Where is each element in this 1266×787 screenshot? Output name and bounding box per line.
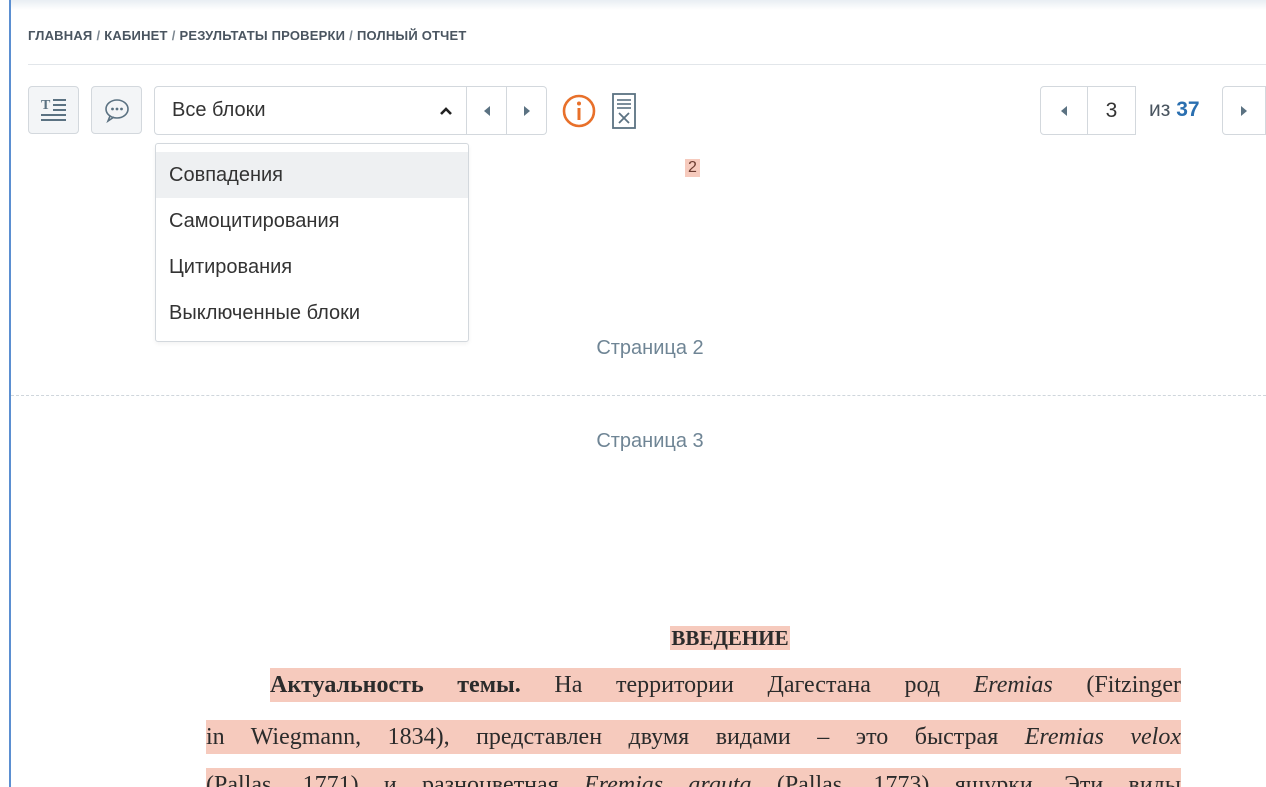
previous-page-button[interactable]: [1040, 86, 1088, 135]
next-page-button[interactable]: [1222, 86, 1266, 135]
line1-bold: Актуальность темы.: [270, 672, 521, 698]
info-button[interactable]: [561, 93, 597, 134]
breadcrumb-separator: /: [96, 28, 101, 43]
left-accent-rule: [9, 0, 11, 787]
breadcrumb-separator: /: [349, 28, 353, 43]
page-divider: [11, 395, 1266, 396]
top-shadow: [11, 0, 1266, 10]
block-filter-dropdown: Совпадения Самоцитирования Цитирования В…: [155, 143, 469, 342]
heading-text: ВВЕДЕНИЕ: [670, 626, 790, 650]
block-filter-select[interactable]: Все блоки: [154, 86, 467, 135]
breadcrumb-home[interactable]: ГЛАВНАЯ: [28, 28, 92, 43]
triangle-left-icon: [483, 105, 490, 116]
document-line-3[interactable]: (Pallas, 1771) и разноцветная Eremias ar…: [206, 768, 1181, 787]
line3-text2: (Pallas, 1773) ящурки. Эти виды: [751, 772, 1182, 787]
triangle-right-icon: [1241, 105, 1247, 116]
dropdown-option-citations[interactable]: Цитирования: [156, 244, 468, 290]
page-2-label: Страница 2: [596, 337, 704, 359]
report-icon: [612, 93, 636, 129]
report-button[interactable]: [610, 92, 638, 135]
line2-italic: Eremias velox: [1024, 724, 1181, 750]
breadcrumb-separator: /: [171, 28, 176, 43]
line3-italic: Eremias arguta: [584, 772, 752, 787]
line3-text1: (Pallas, 1771) и разноцветная: [206, 772, 585, 787]
info-icon: [562, 94, 596, 128]
breadcrumb-check-results[interactable]: РЕЗУЛЬТАТЫ ПРОВЕРКИ: [180, 28, 346, 43]
block-filter-value: Все блоки: [172, 99, 266, 121]
document-line-2[interactable]: in Wiegmann, 1834), представлен двумя ви…: [206, 720, 1181, 754]
breadcrumb-cabinet[interactable]: КАБИНЕТ: [104, 28, 167, 43]
header-divider: [28, 64, 1266, 65]
document-heading[interactable]: ВВЕДЕНИЕ: [0, 626, 1266, 651]
previous-block-button[interactable]: [467, 86, 507, 135]
line1-italic: Eremias: [973, 672, 1053, 698]
line1-text: На территории Дагестана род: [520, 672, 974, 698]
breadcrumb: ГЛАВНАЯ / КАБИНЕТ / РЕЗУЛЬТАТЫ ПРОВЕРКИ / ПОЛН…: [28, 28, 467, 43]
comments-button[interactable]: [91, 86, 142, 134]
next-block-button[interactable]: [507, 86, 547, 135]
total-pages: 37: [1176, 98, 1200, 121]
triangle-left-icon: [1061, 105, 1067, 116]
current-page-input[interactable]: 3: [1087, 86, 1136, 135]
footnote-number[interactable]: 2: [685, 159, 700, 177]
dropdown-option-self-citations[interactable]: Самоцитирования: [156, 198, 468, 244]
svg-text:T: T: [41, 98, 51, 113]
dropdown-option-disabled-blocks[interactable]: Выключенные блоки: [156, 290, 468, 336]
chevron-up-icon: [440, 107, 452, 115]
text-view-button[interactable]: T: [28, 86, 79, 134]
line2-text: in Wiegmann, 1834), представлен двумя ви…: [206, 724, 1025, 750]
document-line-1[interactable]: Актуальность темы. На территории Дагеста…: [270, 668, 1181, 702]
breadcrumb-full-report: ПОЛНЫЙ ОТЧЕТ: [356, 28, 467, 43]
text-view-icon: T: [40, 98, 66, 121]
triangle-right-icon: [523, 105, 530, 116]
dropdown-option-matches[interactable]: Совпадения: [156, 152, 468, 198]
page-total: из 37: [1149, 98, 1200, 122]
page-of-label: из: [1149, 98, 1171, 121]
page-3-label: Страница 3: [596, 430, 704, 452]
comment-icon: [104, 99, 129, 124]
line1-tail: (Fitzinger: [1052, 672, 1182, 698]
